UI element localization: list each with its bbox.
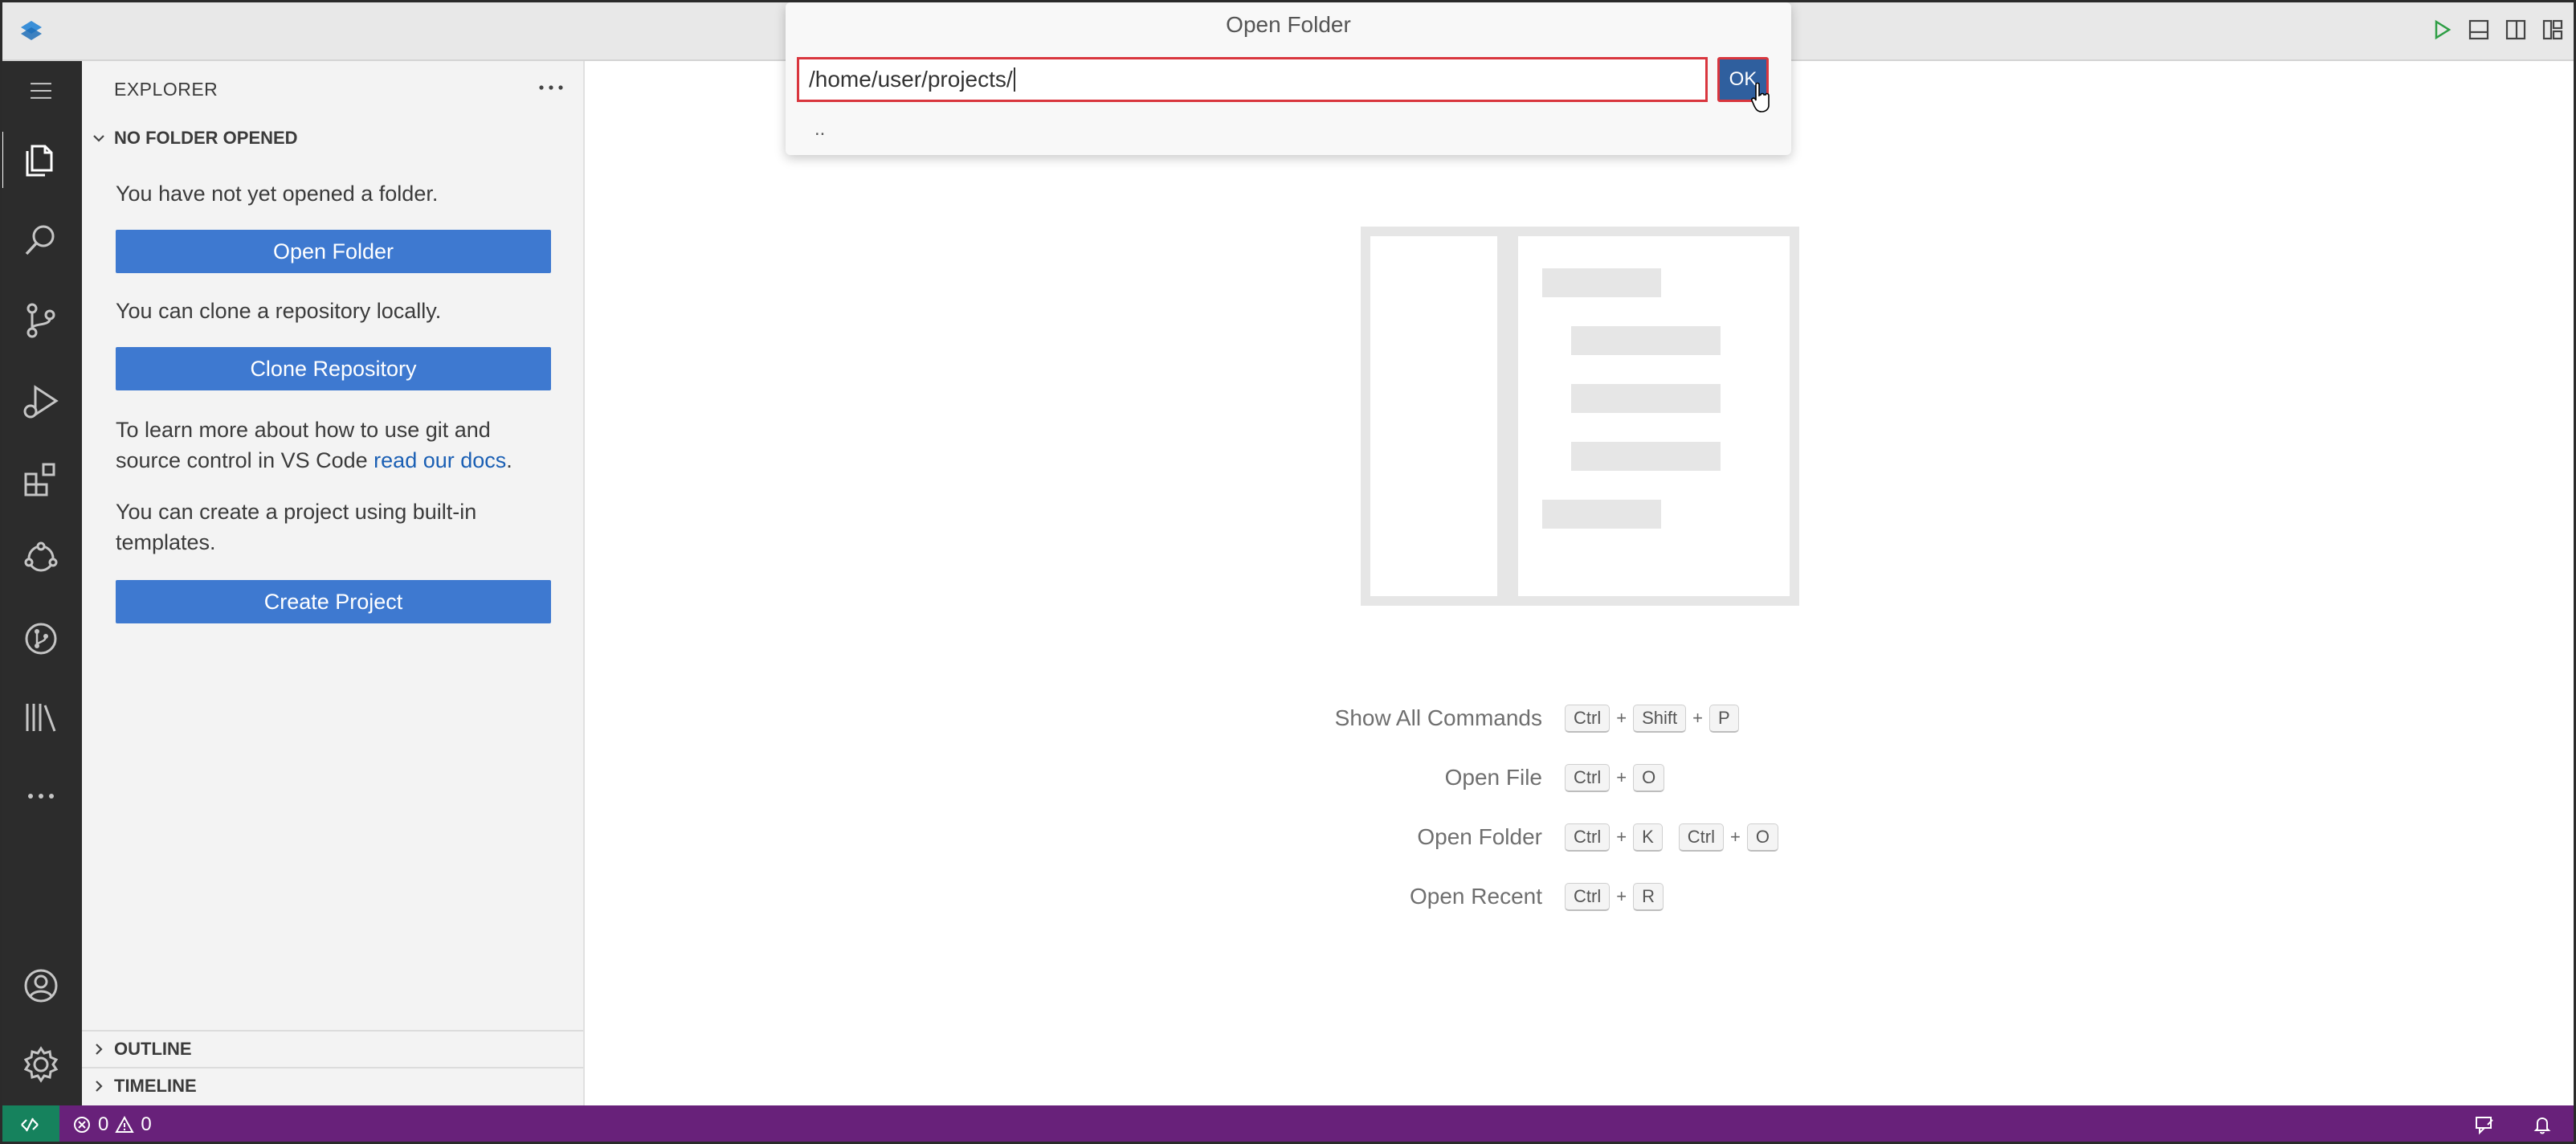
no-folder-text: You have not yet opened a folder. [116,182,439,206]
shortcut-label: Open Folder [1417,824,1542,849]
key: Shift [1633,704,1687,733]
more-actions-icon[interactable] [535,76,567,100]
editor-watermark-logo [1361,227,1799,606]
run-debug-icon[interactable] [0,365,82,437]
chevron-right-icon [96,1044,103,1055]
more-icon[interactable] [0,760,82,832]
source-control-icon[interactable] [0,284,82,357]
docs-text-period: . [506,448,512,472]
sidebar-title: EXPLORER [114,79,218,100]
key: O [1746,823,1778,852]
error-count: 0 [98,1113,109,1135]
editor-area: Show All Commands Ctrl + Shift + P Open Fi… [585,61,2576,1105]
problems-indicator[interactable]: 0 0 [72,1105,152,1144]
template-text: You can create a project using built-in … [116,500,477,554]
open-folder-button[interactable]: Open Folder [116,230,551,273]
app-logo-icon [21,21,42,40]
error-icon [74,1117,90,1133]
divider [82,1067,583,1068]
remote-icon [21,1117,39,1132]
clone-text: You can clone a repository locally. [116,299,442,323]
feedback-icon[interactable] [2473,1113,2496,1136]
warning-count: 0 [141,1113,152,1135]
customize-layout-icon[interactable] [2541,18,2565,42]
shortcut-row-open-folder[interactable]: Open Folder Ctrl + K Ctrl + O [991,821,1955,853]
key: Ctrl [1565,763,1611,792]
status-bar: 0 0 [0,1105,2576,1144]
docs-text: To learn more about how to use git and s… [116,415,549,476]
create-project-button[interactable]: Create Project [116,580,551,623]
library-icon[interactable] [0,681,82,754]
chevron-down-icon [93,135,104,142]
shortcut-row-open-recent[interactable]: Open Recent Ctrl + R [991,880,1955,913]
git-graph-icon[interactable] [0,603,82,675]
section-outline[interactable]: OUTLINE [82,1033,583,1065]
menu-icon[interactable] [0,61,82,121]
chevron-right-icon [96,1081,103,1092]
run-icon[interactable] [2430,18,2454,42]
explorer-icon[interactable] [0,124,82,196]
section-timeline[interactable]: TIMELINE [82,1070,583,1102]
shortcut-label: Open Recent [1410,884,1542,909]
key: P [1708,704,1739,733]
key: R [1633,882,1664,911]
extensions-icon[interactable] [0,443,82,516]
key: K [1633,823,1663,852]
remote-explorer-icon[interactable] [0,522,82,594]
read-our-docs-link[interactable]: read our docs [374,448,506,472]
folder-path-input[interactable]: /home/user/projects/ [797,57,1708,102]
key: Ctrl [1565,882,1611,911]
folder-path-value: /home/user/projects/ [809,67,1013,92]
toggle-panel-icon[interactable] [2467,18,2491,42]
section-title: NO FOLDER OPENED [114,128,298,148]
warning-icon [115,1115,135,1133]
dialog-title: Open Folder [1226,12,1351,37]
shortcut-row-open-file[interactable]: Open File Ctrl + O [991,762,1955,794]
text-caret [1013,67,1015,92]
shortcut-label: Show All Commands [1334,705,1542,730]
key: Ctrl [1565,823,1611,852]
settings-gear-icon[interactable] [0,1028,82,1101]
key: Ctrl [1565,704,1611,733]
parent-directory-item[interactable]: .. [814,118,825,141]
section-no-folder-opened[interactable]: NO FOLDER OPENED [82,122,583,154]
shortcut-row-show-all-commands[interactable]: Show All Commands Ctrl + Shift + P [991,702,1955,734]
outline-title: OUTLINE [114,1039,192,1059]
search-icon[interactable] [0,204,82,276]
remote-indicator[interactable] [0,1105,59,1144]
key: O [1633,763,1665,792]
toggle-secondary-sidebar-icon[interactable] [2504,18,2528,42]
timeline-title: TIMELINE [114,1076,197,1096]
divider [82,1030,583,1032]
shortcut-label: Open File [1444,765,1542,790]
explorer-sidebar: EXPLORER NO FOLDER OPENED You have not y… [82,61,585,1105]
notifications-bell-icon[interactable] [2531,1113,2554,1136]
open-folder-dialog: Open Folder /home/user/projects/ OK .. [786,2,1791,155]
activity-bar [0,61,82,1105]
clone-repository-button[interactable]: Clone Repository [116,347,551,390]
mouse-pointer-icon [1751,82,1770,112]
account-icon[interactable] [0,950,82,1022]
key: Ctrl [1678,823,1724,852]
